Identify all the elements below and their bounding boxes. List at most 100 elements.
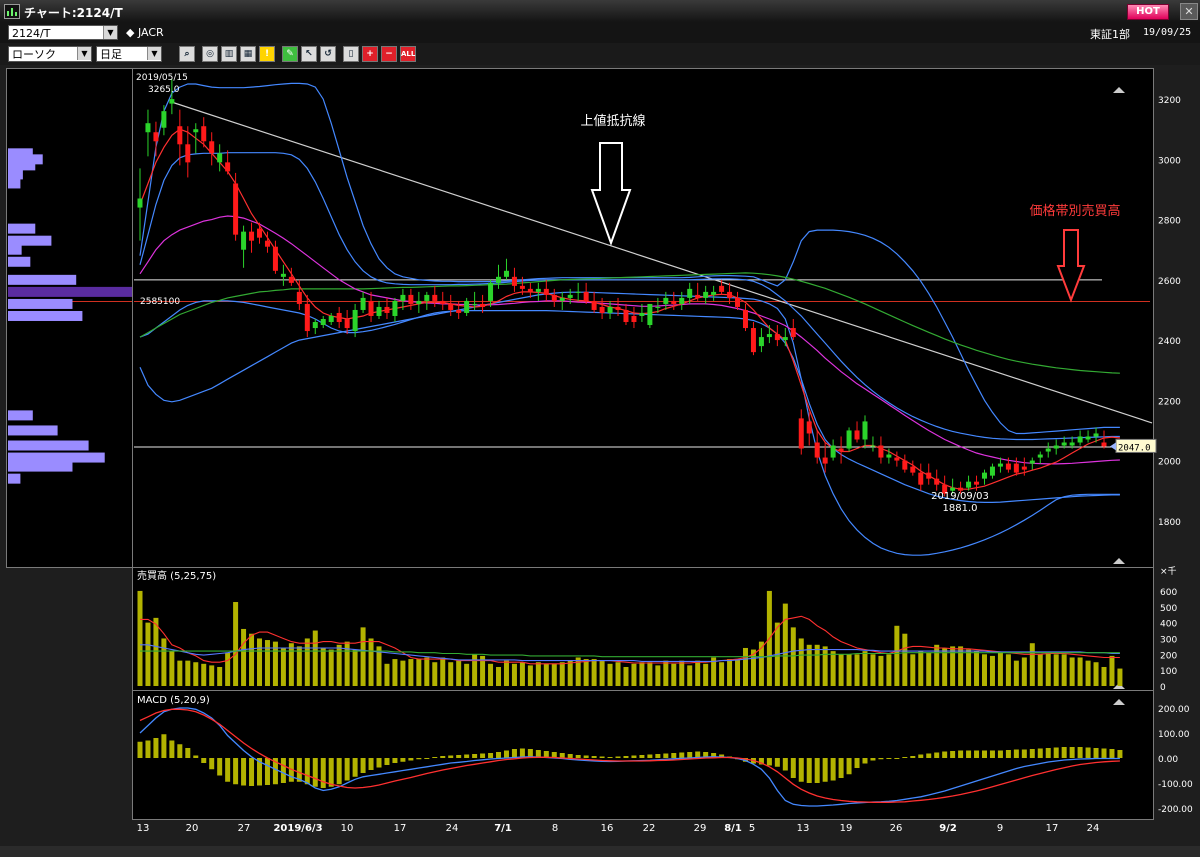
macd-histogram-bar (217, 758, 223, 776)
x-tick-label: 29 (694, 823, 707, 834)
candle-body (1013, 463, 1019, 473)
volume-bar (607, 663, 613, 686)
volume-bar (1005, 654, 1011, 686)
volume-bar (488, 663, 494, 686)
stock-chart[interactable]: 3200300028002600240022002000180013 20 27 20… (0, 0, 1200, 857)
candle-body (862, 421, 868, 440)
candle-body (639, 312, 645, 316)
macd-histogram-bar (376, 758, 382, 768)
candle-body (894, 457, 900, 461)
candle-body (1101, 442, 1107, 447)
macd-histogram-bar (1021, 749, 1027, 758)
candle-body (679, 297, 685, 304)
volume-bar (583, 659, 589, 686)
candle-body (798, 418, 804, 449)
volume-bar (472, 654, 478, 686)
macd-histogram-bar (615, 756, 621, 758)
volume-bar (1093, 662, 1099, 686)
volume-bar (177, 660, 183, 686)
volume-bar (328, 649, 334, 686)
candle-body (989, 466, 995, 476)
macd-histogram-bar (607, 757, 613, 758)
candle-body (551, 294, 557, 301)
candle-body (655, 306, 661, 308)
x-tick-label: 16 (601, 823, 614, 834)
candle-body (981, 472, 987, 479)
volume-bar (201, 663, 207, 686)
volume-profile-bar (8, 223, 36, 234)
candle-body (790, 328, 796, 338)
volume-bar (599, 660, 605, 686)
candle-body (1045, 448, 1051, 452)
candle-body (870, 445, 876, 447)
volume-bar (719, 662, 725, 686)
candle-body (257, 228, 263, 238)
volume-profile-bar (8, 178, 21, 189)
candle-body (997, 463, 1003, 467)
candle-body (1029, 460, 1035, 464)
candle-body (233, 183, 239, 235)
volume-bar (551, 663, 557, 686)
candle-body (424, 294, 430, 301)
candle-body (750, 328, 756, 353)
candle-body (464, 300, 470, 313)
macd-histogram-bar (432, 757, 438, 758)
candle-body (535, 288, 541, 292)
candle-body (543, 288, 549, 295)
macd-histogram-bar (312, 758, 318, 787)
macd-histogram-bar (1109, 749, 1115, 758)
macd-histogram-bar (456, 755, 462, 758)
volume-bar (320, 647, 326, 686)
macd-histogram-bar (958, 750, 964, 758)
candle-body (687, 288, 693, 298)
candle-body (559, 297, 565, 301)
volume-bar (440, 657, 446, 686)
x-tick-label: 7/1 (494, 823, 512, 834)
volume-bar (384, 663, 390, 686)
candle-body (272, 246, 278, 271)
macd-histogram-bar (647, 754, 653, 758)
volume-bar (527, 665, 533, 686)
volume-bar (400, 660, 406, 686)
volume-bar (1085, 660, 1091, 686)
volume-bar (1013, 660, 1019, 686)
volume-bar (1029, 643, 1035, 686)
candle-body (742, 309, 748, 329)
macd-histogram-bar (233, 758, 239, 785)
volume-profile-bar (8, 461, 73, 472)
volume-profile-bar (8, 473, 21, 484)
ma-mid-line (139, 215, 1120, 465)
macd-histogram-bar (185, 748, 191, 758)
volume-profile-bar (8, 235, 52, 246)
candle-body (209, 141, 215, 154)
price-tick-label: 2000 (1158, 458, 1181, 468)
candle-body (615, 306, 621, 310)
candle-body (488, 282, 494, 301)
volume-bar (185, 660, 191, 686)
macd-histogram-bar (408, 758, 414, 761)
candle-body (934, 478, 940, 485)
price-tick-label: 1800 (1158, 518, 1181, 528)
macd-histogram-bar (1037, 748, 1043, 758)
x-tick-label: 26 (890, 823, 903, 834)
volume-bar (264, 640, 270, 686)
macd-histogram-bar (774, 758, 780, 767)
macd-histogram-bar (320, 758, 326, 788)
candle-body (312, 322, 318, 329)
volume-bar (1037, 654, 1043, 686)
macd-histogram-bar (790, 758, 796, 778)
volume-bar (782, 603, 788, 686)
volume-bar (822, 646, 828, 686)
macd-histogram-bar (934, 752, 940, 758)
volume-profile-bar (8, 452, 105, 463)
volume-bar (432, 662, 438, 686)
volume-tick-label: 100 (1160, 667, 1177, 677)
macd-histogram-bar (878, 758, 884, 760)
candle-body (480, 303, 486, 307)
x-tick-label: 22 (643, 823, 656, 834)
macd-histogram-bar (480, 753, 486, 758)
candle-body (599, 306, 605, 313)
volume-bar (288, 643, 294, 686)
volume-profile-bar (8, 425, 58, 436)
volume-bar (679, 660, 685, 686)
